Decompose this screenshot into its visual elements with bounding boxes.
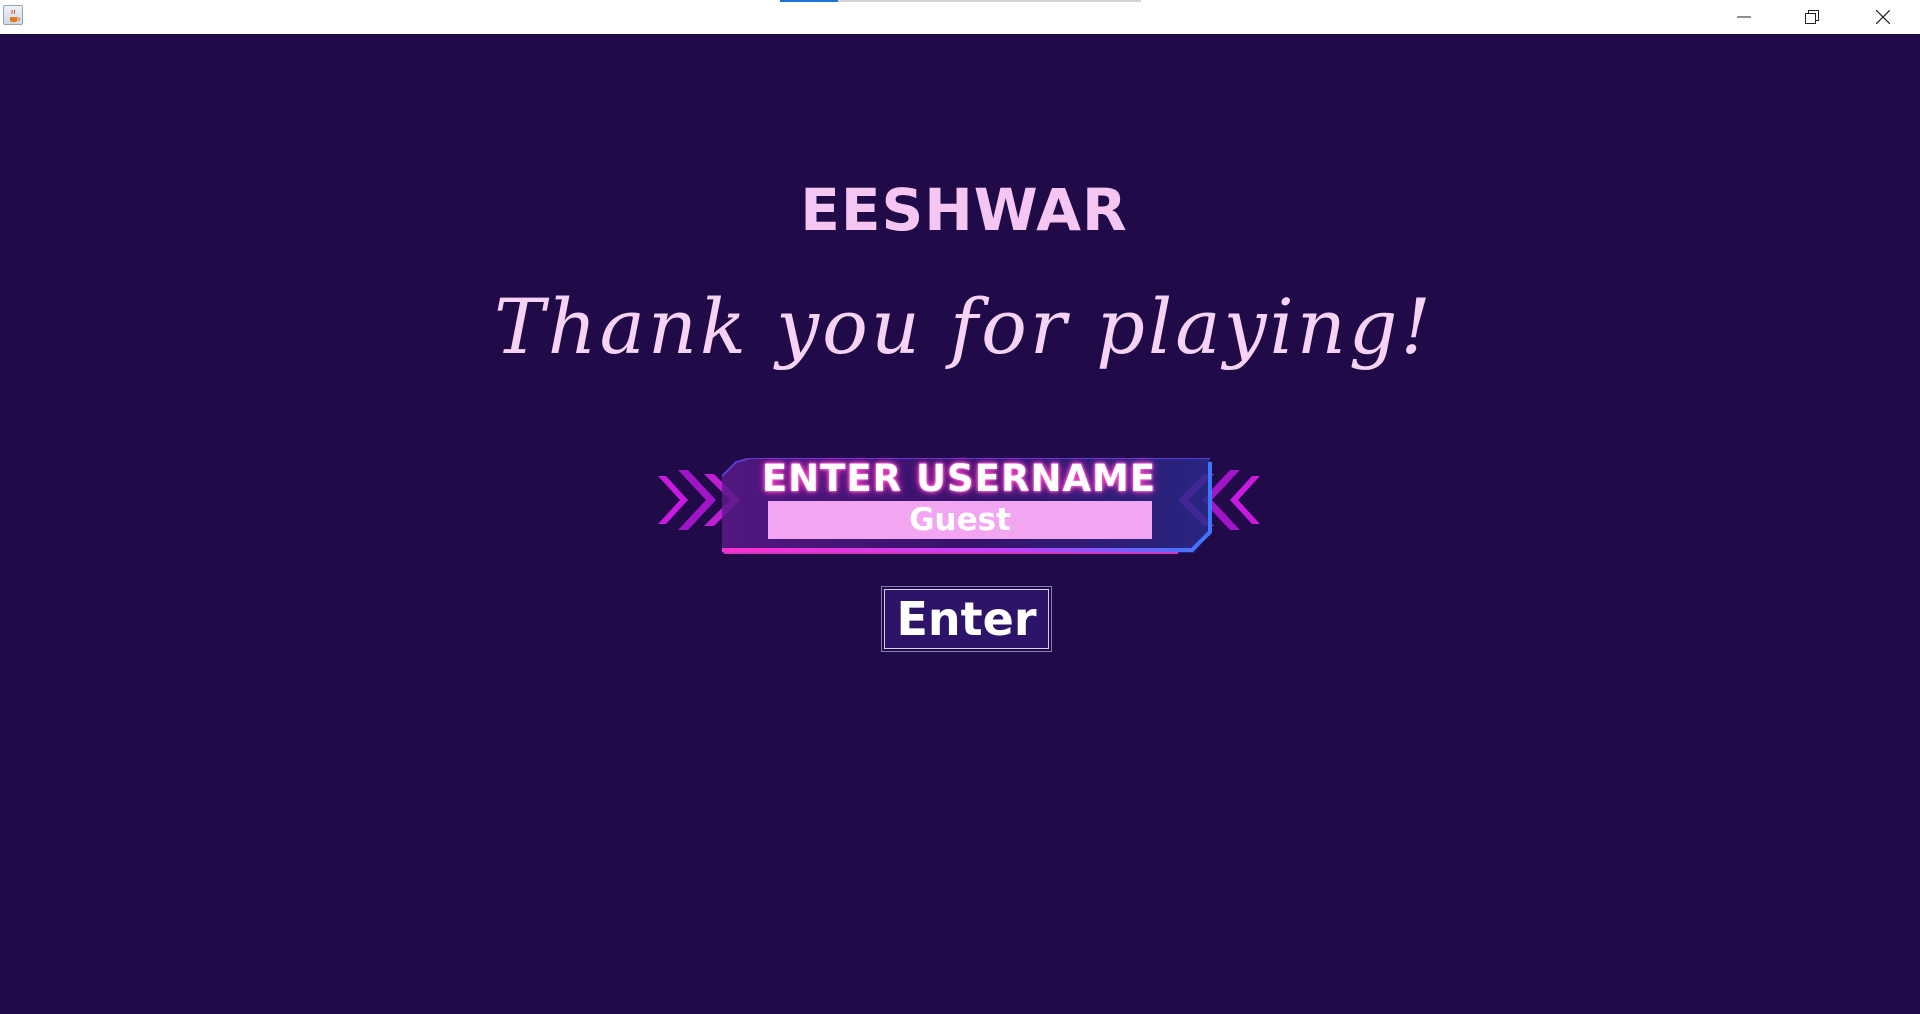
enter-username-label: ENTER USERNAME — [761, 457, 1157, 500]
java-coffee-icon[interactable] — [3, 5, 23, 25]
enter-button[interactable]: Enter — [881, 586, 1052, 652]
loading-progress-fill — [780, 0, 838, 2]
close-button[interactable] — [1846, 0, 1920, 34]
player-name-heading: EESHWAR — [800, 176, 1128, 244]
restore-button[interactable] — [1778, 0, 1846, 34]
minimize-icon — [1737, 16, 1751, 18]
username-input[interactable] — [768, 501, 1152, 539]
minimize-button[interactable] — [1710, 0, 1778, 34]
close-icon — [1876, 10, 1890, 24]
username-banner: ENTER USERNAME — [658, 458, 1260, 556]
loading-progress-bar — [780, 0, 1141, 2]
window-title-bar — [0, 0, 1920, 34]
restore-icon — [1805, 10, 1819, 24]
thank-you-message: Thank you for playing! — [494, 282, 1434, 371]
